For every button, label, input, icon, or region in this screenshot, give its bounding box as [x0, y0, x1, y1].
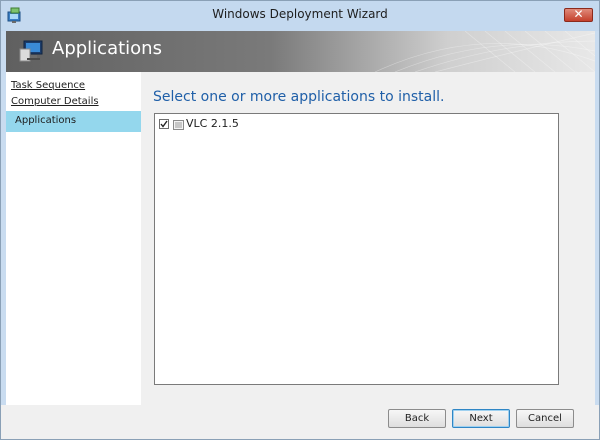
checkmark-icon — [160, 120, 168, 128]
application-icon — [173, 120, 184, 130]
application-checkbox[interactable] — [159, 119, 169, 129]
applications-heading: Select one or more applications to insta… — [153, 89, 445, 105]
sidebar-item-task-sequence[interactable]: Task Sequence — [11, 80, 85, 91]
window-title: Windows Deployment Wizard — [212, 7, 388, 21]
sidebar-item-computer-details[interactable]: Computer Details — [11, 96, 99, 107]
content-area: Task Sequence Computer Details Applicati… — [6, 72, 595, 405]
cancel-button[interactable]: Cancel — [516, 409, 574, 428]
sidebar-item-applications[interactable]: Applications — [6, 111, 141, 132]
close-icon: ✕ — [573, 7, 584, 21]
close-button[interactable]: ✕ — [564, 7, 593, 22]
application-label: VLC 2.1.5 — [186, 117, 239, 130]
back-button[interactable]: Back — [388, 409, 446, 428]
title-bar[interactable]: Windows Deployment Wizard ✕ — [1, 1, 599, 31]
banner-pattern — [375, 31, 595, 72]
wizard-window: Windows Deployment Wizard ✕ Applications — [0, 0, 600, 440]
page-banner: Applications — [6, 31, 595, 72]
wizard-steps-sidebar: Task Sequence Computer Details Applicati… — [6, 72, 141, 405]
application-list[interactable]: VLC 2.1.5 — [154, 113, 559, 385]
list-item[interactable]: VLC 2.1.5 — [159, 117, 359, 132]
sidebar-item-label: Applications — [15, 115, 77, 126]
computer-icon — [19, 40, 43, 62]
next-button[interactable]: Next — [452, 409, 510, 428]
button-bar: Back Next Cancel — [1, 405, 599, 439]
page-title: Applications — [52, 38, 162, 59]
